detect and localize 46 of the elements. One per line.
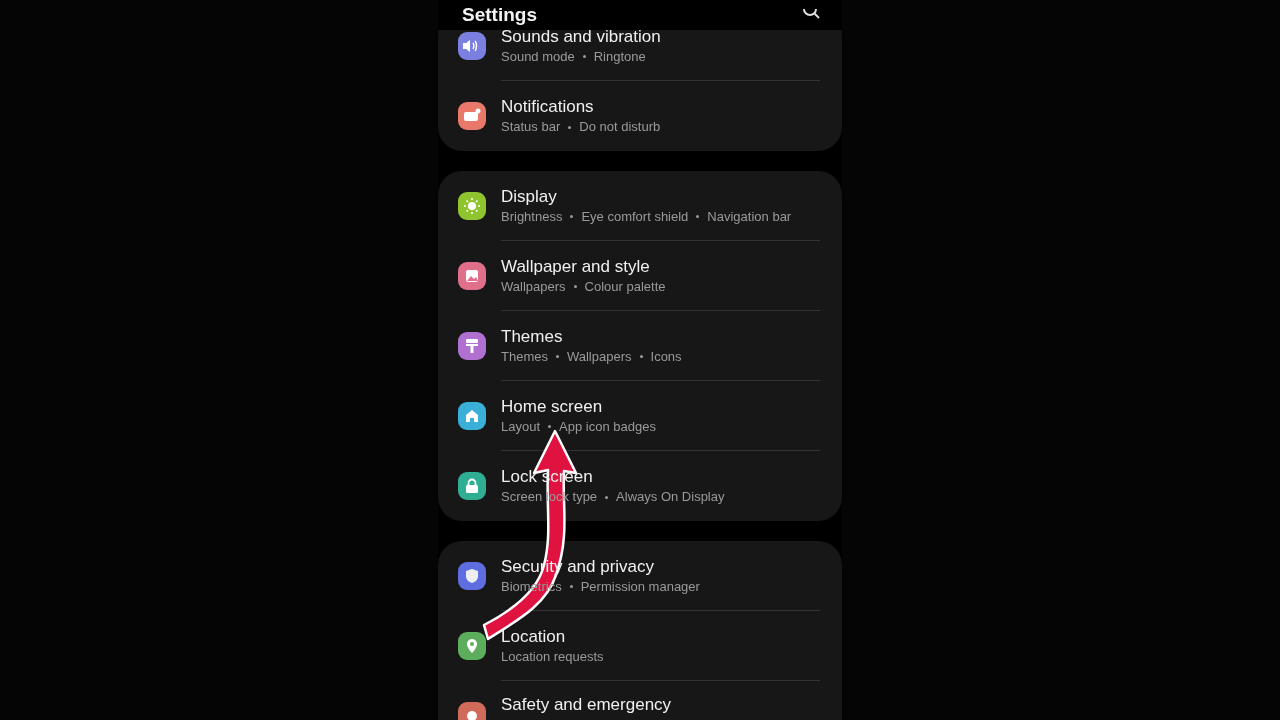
setting-summary: Brightness — [501, 207, 563, 226]
separator-dot — [639, 355, 643, 358]
setting-title[interactable]: Safety and emergency — [501, 694, 820, 716]
setting-title[interactable]: Sounds and vibration — [501, 25, 820, 48]
setting-summary: Do not disturb — [579, 118, 661, 136]
setting-title[interactable]: Wallpaper and style — [501, 255, 820, 278]
setting-title[interactable]: Display — [501, 185, 820, 208]
setting-summary: Eye comfort shield — [581, 207, 689, 226]
search-icon[interactable] — [802, 9, 820, 21]
setting-summary: Navigation bar — [707, 207, 792, 226]
setting-summary: Always On Display — [616, 488, 725, 506]
setting-title[interactable]: Home screen — [501, 395, 820, 418]
setting-title[interactable]: Location — [501, 625, 820, 648]
separator-dot — [605, 495, 609, 499]
setting-summary: Layout — [501, 417, 541, 436]
setting-summary: Location requests — [501, 647, 604, 666]
setting-summary: Colour palette — [584, 277, 666, 296]
setting-summary: Sound mode — [501, 47, 575, 66]
location-icon[interactable] — [458, 632, 486, 660]
setting-title[interactable]: Notifications — [501, 96, 820, 118]
separator-dot — [570, 215, 574, 218]
separator-dot — [569, 585, 573, 588]
setting-summary: Permission manager — [580, 577, 700, 596]
wallpaper-icon[interactable] — [458, 262, 486, 290]
separator-dot — [555, 355, 559, 358]
notification-icon[interactable] — [458, 102, 486, 130]
setting-summary: Ringtone — [593, 47, 646, 66]
home-icon[interactable] — [458, 402, 486, 430]
page-title: Settings — [462, 4, 537, 26]
setting-summary: Status bar — [501, 118, 561, 136]
separator-dot — [548, 425, 552, 428]
setting-summary: App icon badges — [559, 417, 656, 436]
separator-dot — [696, 215, 700, 218]
separator-dot — [568, 125, 572, 129]
themes-icon[interactable] — [458, 332, 486, 360]
setting-title[interactable]: Themes — [501, 325, 820, 348]
display-icon[interactable] — [458, 192, 486, 220]
setting-summary: Themes — [501, 347, 548, 366]
setting-summary: Icons — [650, 347, 682, 366]
sound-icon[interactable] — [458, 32, 486, 60]
separator-dot — [573, 285, 577, 288]
separator-dot — [582, 55, 586, 58]
setting-summary: Wallpapers — [501, 277, 566, 296]
security-icon[interactable] — [458, 562, 486, 590]
lock-icon[interactable] — [458, 472, 486, 500]
setting-summary: Wallpapers — [566, 347, 632, 366]
